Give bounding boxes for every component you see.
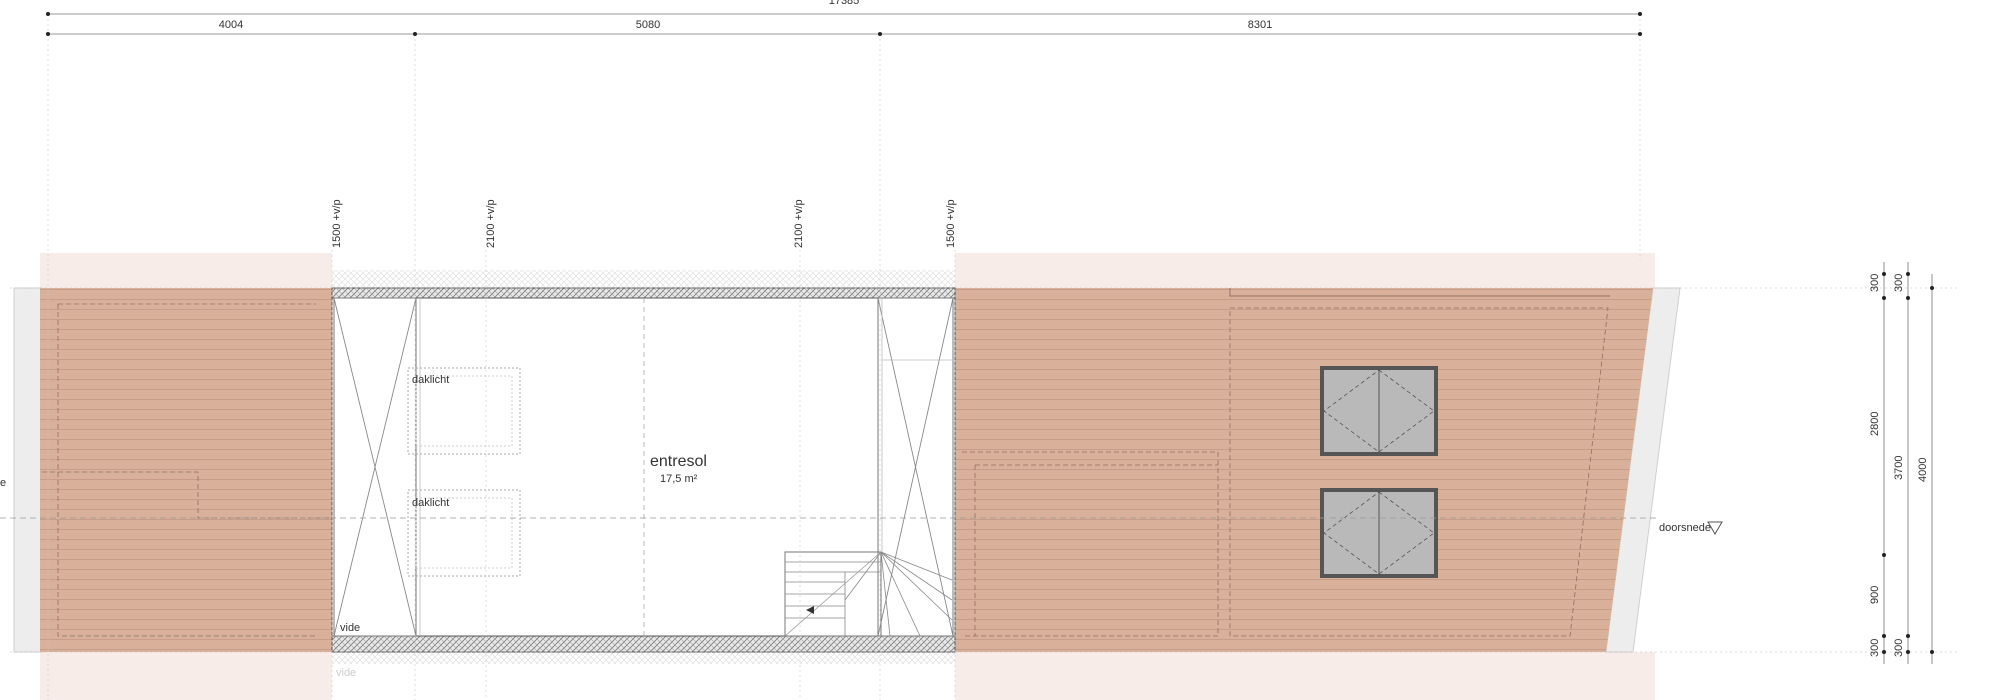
height-label-2: 2100 +v/p — [485, 199, 497, 248]
dimension-segment-2: 5080 — [636, 19, 660, 31]
skylight-label-2: daklicht — [412, 497, 449, 509]
wall-bottom — [331, 635, 956, 653]
wall-top — [331, 287, 956, 299]
dimension-right-a-1: 300 — [1869, 274, 1881, 292]
dimension-total: 17385 — [829, 0, 860, 7]
entresol-room — [331, 287, 956, 653]
room-area: 17,5 m² — [660, 473, 698, 485]
void-label-bottom: vide — [336, 667, 356, 679]
roof-right — [955, 288, 1653, 652]
height-label-1: 1500 +v/p — [331, 199, 343, 248]
roof-skylight-1 — [1320, 366, 1438, 456]
room-name: entresol — [650, 453, 707, 470]
top-dimensions — [46, 12, 1642, 36]
roof-skylight-2 — [1320, 488, 1438, 578]
dimension-right-a-bottom: 300 — [1893, 639, 1905, 657]
dimension-right-b: 3700 — [1893, 456, 1905, 480]
floor-plan: 17385 4004 5080 8301 1500 +v/p 2100 +v/p… — [0, 0, 1960, 700]
skylight-label-1: daklicht — [412, 374, 449, 386]
dimension-segment-3: 8301 — [1248, 19, 1272, 31]
height-label-4: 1500 +v/p — [945, 199, 957, 248]
dimension-right-a-3: 900 — [1869, 586, 1881, 604]
left-edge-label: e — [0, 477, 6, 489]
dimension-segment-1: 4004 — [219, 19, 243, 31]
dimension-right-a-2: 2800 — [1869, 412, 1881, 436]
dimension-right-a-4: 300 — [1869, 639, 1881, 657]
dimension-right-c: 4000 — [1917, 458, 1929, 482]
section-label: doorsnede — [1659, 522, 1711, 534]
dimension-right-a-top: 300 — [1893, 274, 1905, 292]
void-label-top: vide — [340, 622, 360, 634]
height-label-3: 2100 +v/p — [793, 199, 805, 248]
roof-left — [40, 288, 332, 652]
